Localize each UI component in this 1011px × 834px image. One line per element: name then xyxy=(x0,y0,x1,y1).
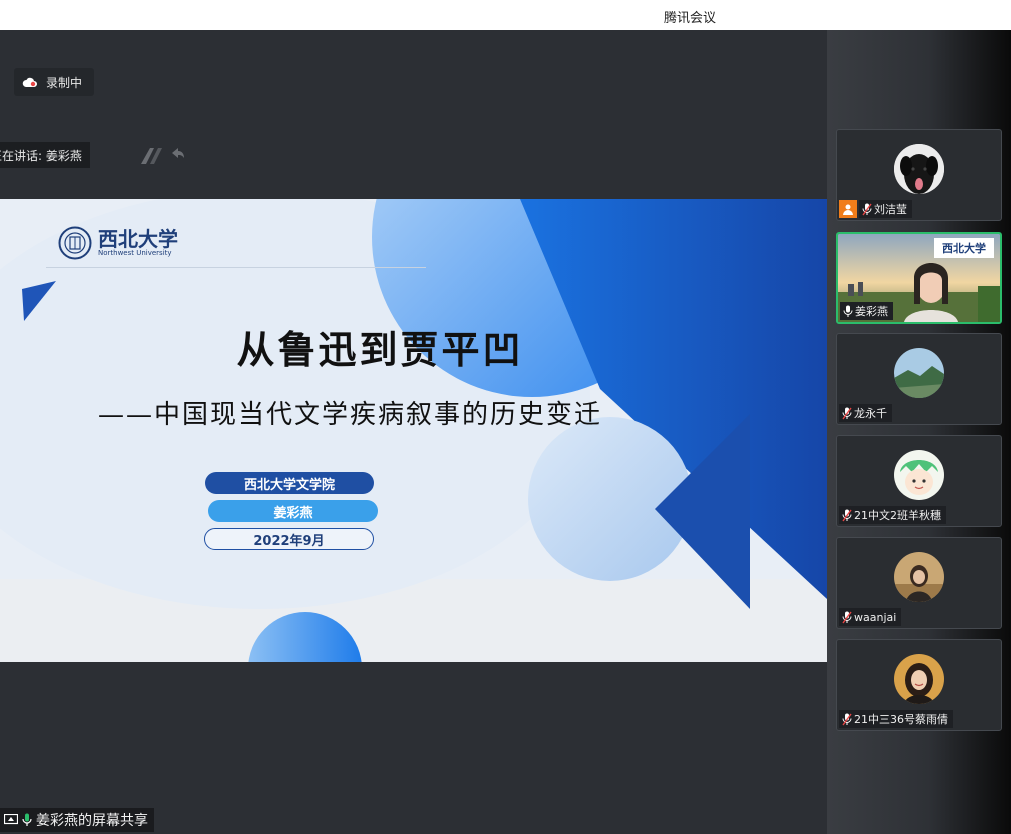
avatar xyxy=(894,450,944,500)
participant-tile[interactable]: 21中文2班羊秋穗 xyxy=(836,435,1002,527)
slide-title: 从鲁迅到贾平凹 xyxy=(236,327,524,372)
participant-tile[interactable]: waanjai xyxy=(836,537,1002,629)
logo-cn: 西北大学 xyxy=(98,227,178,251)
landscape-avatar-icon xyxy=(894,348,944,398)
avatar xyxy=(894,348,944,398)
undo-icon[interactable] xyxy=(170,144,186,166)
app-title: 腾讯会议 xyxy=(664,11,717,26)
photo-avatar-icon xyxy=(894,552,944,602)
cartoon-avatar-icon xyxy=(894,450,944,500)
host-badge xyxy=(839,200,857,218)
mic-muted-icon xyxy=(842,713,852,725)
logo-divider xyxy=(46,267,426,268)
participant-name-tag: 刘洁莹 xyxy=(859,200,912,218)
dog-avatar-icon xyxy=(894,144,944,194)
annotation-tools xyxy=(138,144,186,166)
university-seal-icon xyxy=(58,226,92,260)
mic-muted-icon xyxy=(842,509,852,521)
university-logo: 西北大学 Northwest University xyxy=(58,226,178,260)
logo-en: Northwest University xyxy=(98,249,172,257)
mic-icon xyxy=(843,305,853,317)
mic-muted-icon xyxy=(842,611,852,623)
participant-tile-active[interactable]: 西北大学 姜彩燕 xyxy=(836,232,1002,324)
participant-name-tag: waanjai xyxy=(839,608,902,626)
cloud-icon xyxy=(22,77,37,87)
participant-tile[interactable]: 21中三36号蔡雨倩 xyxy=(836,639,1002,731)
participant-name: waanjai xyxy=(854,610,897,624)
school-pill: 西北大学文学院 xyxy=(205,472,374,494)
recording-indicator[interactable]: 录制中 xyxy=(14,68,95,96)
participant-name-tag: 21中文2班羊秋穗 xyxy=(839,506,946,524)
author-pill: 姜彩燕 xyxy=(208,500,378,522)
screen-share-text: 姜彩燕的屏幕共享 xyxy=(36,813,148,829)
shared-slide: 西北大学 Northwest University 从鲁迅到贾平凹 ——中国现当… xyxy=(0,199,827,662)
participant-name: 龙永千 xyxy=(854,407,887,420)
avatar xyxy=(894,144,944,194)
participant-name: 21中文2班羊秋穗 xyxy=(854,509,941,522)
participant-name: 姜彩燕 xyxy=(855,305,888,318)
participant-name-tag: 姜彩燕 xyxy=(840,302,893,320)
participant-panel: 刘洁莹 西北大学 姜彩燕 龙永千 21中文2班羊秋穗 waanjai 21中三3… xyxy=(827,30,1011,834)
date-pill: 2022年9月 xyxy=(204,528,374,550)
participant-name-tag: 龙永千 xyxy=(839,404,892,422)
participant-name: 刘洁莹 xyxy=(874,203,907,216)
participant-tile[interactable]: 刘洁莹 xyxy=(836,129,1002,221)
mic-muted-icon xyxy=(842,407,852,419)
main-stage: 录制中 正在讲话: 姜彩燕 xyxy=(0,30,827,834)
participant-name: 21中三36号蔡雨倩 xyxy=(854,713,948,726)
speaking-label: 正在讲话: 姜彩燕 xyxy=(0,148,82,163)
svg-text:西北大学: 西北大学 xyxy=(942,241,986,255)
recording-label: 录制中 xyxy=(46,75,83,90)
participant-name-tag: 21中三36号蔡雨倩 xyxy=(839,710,953,728)
pen-icon[interactable] xyxy=(138,144,168,166)
title-bar: 腾讯会议 xyxy=(0,0,1011,30)
screen-share-label[interactable]: 姜彩燕的屏幕共享 xyxy=(0,808,154,832)
host-icon xyxy=(843,204,853,215)
avatar xyxy=(894,654,944,704)
mic-active-icon xyxy=(22,813,32,826)
screen-share-icon xyxy=(4,814,18,825)
photo-avatar-icon xyxy=(894,654,944,704)
participant-tile[interactable]: 龙永千 xyxy=(836,333,1002,425)
mic-muted-icon xyxy=(862,203,872,215)
speaking-indicator: 正在讲话: 姜彩燕 xyxy=(0,142,90,168)
avatar xyxy=(894,552,944,602)
slide-subtitle: ——中国现当代文学疾病叙事的历史变迁 xyxy=(98,400,603,430)
